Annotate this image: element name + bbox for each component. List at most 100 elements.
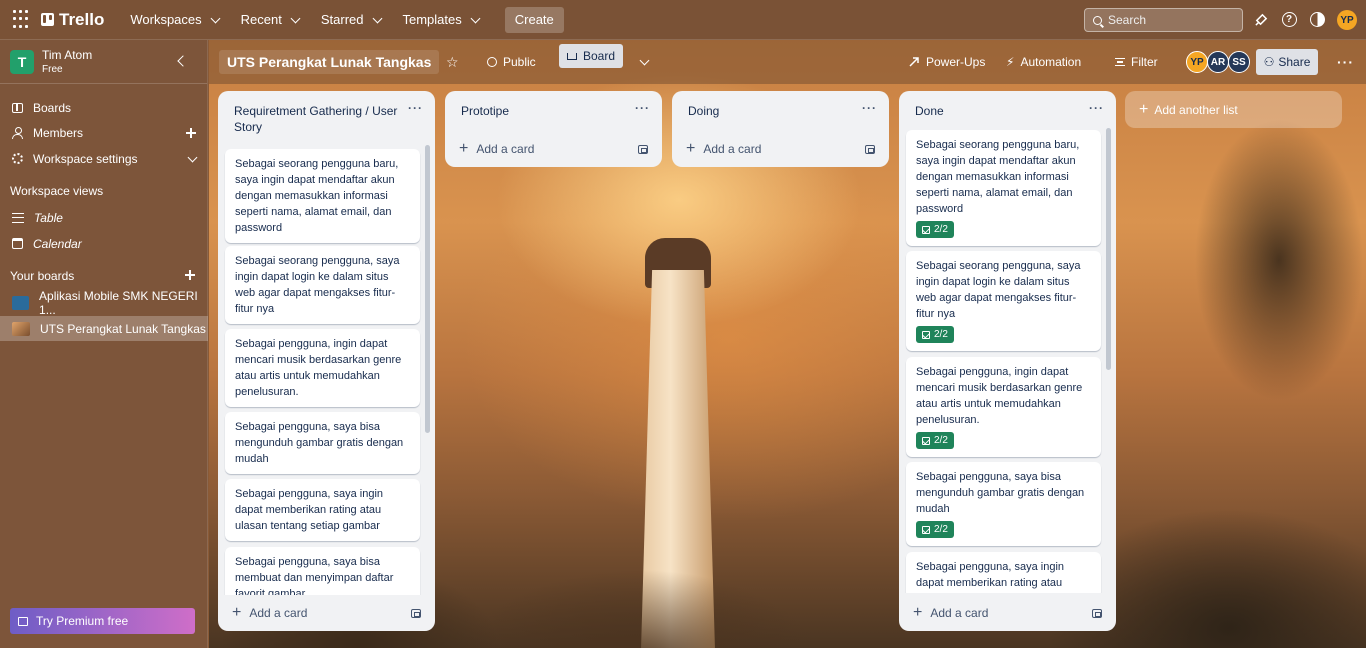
lightning-icon: ⚡: [1006, 55, 1015, 69]
sidebar-item-members[interactable]: Members: [0, 120, 208, 145]
card-text: Sebagai seorang pengguna baru, saya ingi…: [916, 139, 1080, 215]
checklist-icon: [922, 436, 930, 445]
list-scrollbar[interactable]: [1106, 128, 1111, 370]
add-card-button[interactable]: + Add a card: [232, 603, 307, 623]
board-view-button[interactable]: Board: [559, 44, 624, 68]
list-done: Done ··· Sebagai seorang pengguna baru, …: [899, 91, 1116, 631]
member-avatar[interactable]: YP: [1186, 51, 1208, 73]
chevron-down-icon: [470, 13, 481, 23]
theme-icon[interactable]: [1308, 10, 1326, 28]
visibility-button[interactable]: Public: [487, 51, 536, 73]
view-switcher-button[interactable]: [637, 51, 650, 73]
filter-button[interactable]: Filter: [1115, 51, 1158, 73]
chevron-down-icon: [210, 13, 221, 23]
card-template-icon[interactable]: [1092, 609, 1102, 618]
filter-label: Filter: [1131, 55, 1158, 69]
apps-grid-icon[interactable]: [13, 9, 33, 30]
workspace-logo: T: [10, 49, 34, 74]
trello-logo[interactable]: Trello: [41, 10, 104, 30]
list-menu-icon[interactable]: ···: [1089, 101, 1104, 115]
card[interactable]: Sebagai pengguna, saya bisa membuat dan …: [225, 547, 420, 595]
list-title[interactable]: Requiretment Gathering / User Story: [234, 103, 404, 135]
starred-menu[interactable]: Starred: [313, 4, 389, 36]
board-thumbnail: [12, 321, 30, 336]
plus-icon: +: [459, 140, 469, 157]
share-label: Share: [1278, 55, 1311, 69]
your-boards-heading: Your boards: [10, 269, 75, 283]
search-icon: [1093, 15, 1102, 25]
list-title[interactable]: Doing: [688, 103, 858, 119]
card[interactable]: Sebagai pengguna, saya ingin dapat membe…: [225, 479, 420, 541]
add-card-label: Add a card: [249, 606, 308, 620]
sidebar-item-workspace-settings[interactable]: Workspace settings: [0, 146, 208, 171]
starred-label: Starred: [320, 12, 364, 27]
board-menu-icon[interactable]: ···: [1337, 54, 1354, 70]
recent-menu[interactable]: Recent: [233, 4, 307, 36]
sidebar: T Tim Atom Free Boards Members Workspace…: [0, 40, 208, 648]
recent-label: Recent: [240, 12, 282, 27]
trello-logo-icon: [41, 13, 54, 26]
add-member-icon[interactable]: [186, 128, 196, 138]
checklist-icon: [922, 525, 930, 534]
card[interactable]: Sebagai pengguna, saya bisa mengunduh ga…: [225, 412, 420, 474]
add-card-button[interactable]: + Add a card: [913, 603, 988, 623]
collapse-sidebar-icon[interactable]: [177, 55, 189, 67]
list-menu-icon[interactable]: ···: [862, 101, 877, 115]
workspaces-menu[interactable]: Workspaces: [122, 4, 226, 36]
card-template-icon[interactable]: [411, 609, 421, 618]
search-box[interactable]: [1084, 8, 1243, 32]
automation-button[interactable]: ⚡ Automation: [1006, 51, 1081, 73]
top-navigation: Trello Workspaces Recent Starred Templat…: [0, 0, 1366, 40]
list-title[interactable]: Done: [915, 103, 1085, 119]
share-button[interactable]: ⚇ Share: [1256, 49, 1318, 75]
search-input[interactable]: [1108, 13, 1228, 27]
checklist-icon: [922, 225, 930, 234]
member-avatar[interactable]: SS: [1228, 51, 1250, 73]
card-text: Sebagai pengguna, ingin dapat mencari mu…: [916, 366, 1083, 426]
add-board-icon[interactable]: [185, 270, 195, 280]
rocket-icon: [909, 57, 919, 67]
sidebar-board-uts[interactable]: UTS Perangkat Lunak Tangkas: [0, 316, 208, 341]
card[interactable]: Sebagai pengguna, saya ingin dapat membe…: [906, 552, 1101, 593]
list-requirement-gathering: Requiretment Gathering / User Story ··· …: [218, 91, 435, 631]
card[interactable]: Sebagai seorang pengguna baru, saya ingi…: [225, 149, 420, 243]
list-scrollbar[interactable]: [425, 145, 430, 433]
trello-logo-text: Trello: [59, 9, 105, 29]
star-board-button[interactable]: ☆: [446, 51, 459, 73]
card[interactable]: Sebagai seorang pengguna, saya ingin dap…: [906, 251, 1101, 351]
notifications-icon[interactable]: [1252, 10, 1270, 28]
add-card-label: Add a card: [476, 142, 535, 156]
sidebar-item-label: Members: [33, 125, 84, 140]
card[interactable]: Sebagai pengguna, ingin dapat mencari mu…: [225, 329, 420, 407]
sidebar-board-label: UTS Perangkat Lunak Tangkas: [40, 321, 206, 336]
add-card-button[interactable]: + Add a card: [459, 139, 534, 159]
create-button[interactable]: Create: [504, 6, 564, 33]
card-template-icon[interactable]: [638, 145, 648, 154]
sidebar-board-aplikasi-mobile[interactable]: Aplikasi Mobile SMK NEGERI 1...: [0, 288, 208, 317]
sidebar-item-calendar[interactable]: Calendar: [0, 231, 208, 256]
user-avatar[interactable]: YP: [1337, 10, 1357, 30]
power-ups-button[interactable]: Power-Ups: [908, 51, 985, 73]
card-template-icon[interactable]: [865, 145, 875, 154]
sidebar-item-boards[interactable]: Boards: [0, 95, 208, 120]
try-premium-button[interactable]: Try Premium free: [10, 608, 195, 634]
card[interactable]: Sebagai pengguna, saya bisa mengunduh ga…: [906, 462, 1101, 546]
sidebar-item-table[interactable]: Table: [0, 205, 208, 230]
checklist-count: 2/2: [934, 328, 948, 340]
list-menu-icon[interactable]: ···: [635, 101, 650, 115]
sidebar-board-label: Aplikasi Mobile SMK NEGERI 1...: [39, 288, 198, 317]
member-avatar[interactable]: AR: [1207, 51, 1229, 73]
chevron-down-icon[interactable]: [187, 152, 198, 163]
add-list-label: Add another list: [1154, 102, 1238, 117]
card[interactable]: Sebagai seorang pengguna baru, saya ingi…: [906, 130, 1101, 246]
list-title[interactable]: Prototipe: [461, 103, 631, 119]
card[interactable]: Sebagai seorang pengguna, saya ingin dap…: [225, 246, 420, 324]
card[interactable]: Sebagai pengguna, ingin dapat mencari mu…: [906, 357, 1101, 457]
templates-menu[interactable]: Templates: [395, 4, 487, 36]
list-menu-icon[interactable]: ···: [408, 101, 423, 115]
help-icon[interactable]: ?: [1280, 10, 1298, 28]
board-title[interactable]: UTS Perangkat Lunak Tangkas: [219, 50, 440, 74]
sidebar-item-label: Table: [34, 210, 63, 225]
add-card-button[interactable]: + Add a card: [686, 139, 761, 159]
add-list-button[interactable]: + Add another list: [1125, 91, 1342, 128]
